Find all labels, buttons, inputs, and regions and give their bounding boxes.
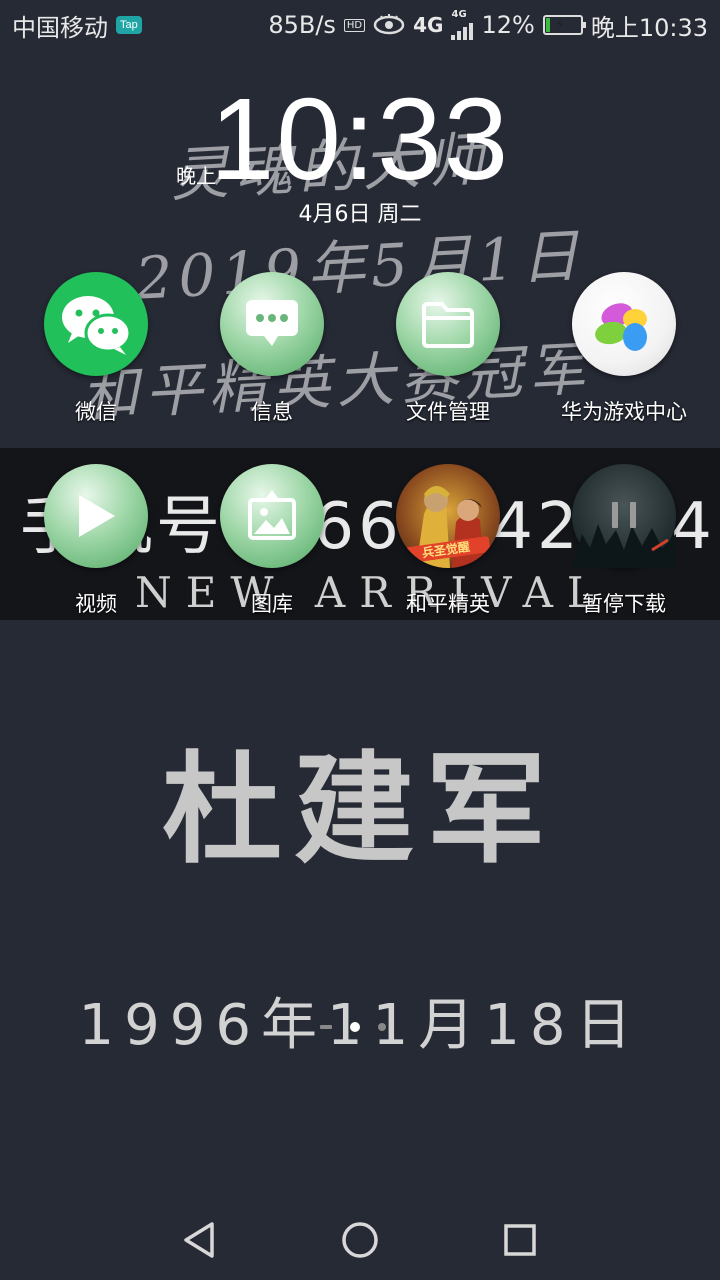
home-circle-icon[interactable] [340,1220,380,1260]
gallery-icon [220,464,324,568]
taptap-notification-icon: Tap [116,16,142,34]
status-bar-left: 中国移动 Tap [12,8,142,43]
status-time: 晚上10:33 [590,13,708,42]
game-center-icon [572,272,676,376]
app-paused-download[interactable]: 暂停下载 [536,464,712,618]
recents-square-icon[interactable] [500,1220,540,1260]
app-messages[interactable]: 信息 [184,272,360,426]
signal-group: 4G [451,9,474,40]
back-triangle-icon[interactable] [180,1220,220,1260]
navigation-bar [0,1200,720,1280]
page-indicator-next[interactable] [378,1023,386,1031]
app-label-paused-download: 暂停下载 [582,592,666,616]
page-indicator-current[interactable] [350,1022,360,1032]
app-game-center[interactable]: 华为游戏中心 [536,272,712,426]
app-wechat[interactable]: 微信 [8,272,184,426]
game-character-icon: 兵圣觉醒 [396,464,500,568]
eye-icon [373,14,405,35]
messages-icon [220,272,324,376]
status-bar-right: 85B/s HD 4G 4G 12% ⚡ 晚上10:33 [268,8,708,43]
battery-fill [545,18,550,32]
signal-bars-icon [451,20,474,40]
status-bar: 中国移动 Tap 85B/s HD 4G 4G 12% ⚡ 晚上10:33 [0,0,720,50]
play-icon [44,464,148,568]
wallpaper-birthday-text: 1996年11月18日 [78,993,642,1058]
battery-percent: 12% [481,11,535,39]
app-label-messages: 信息 [251,400,293,424]
wechat-icon [44,272,148,376]
app-label-game-center: 华为游戏中心 [561,400,687,424]
app-gallery[interactable]: 图库 [184,464,360,618]
carrier-label: 中国移动 [12,13,108,42]
page-indicator[interactable] [320,1022,386,1032]
clock-widget-time[interactable]: 10:33 [0,72,720,206]
network-4g-label: 4G [413,13,444,37]
app-row-2: 视频 图库 兵圣觉醒 和平精英 暂停下载 [0,464,720,618]
app-peace-elite[interactable]: 兵圣觉醒 和平精英 [360,464,536,618]
app-label-file-manager: 文件管理 [406,400,490,424]
app-label-wechat: 微信 [75,400,117,424]
charging-bolt-icon: ⚡ [554,17,565,33]
app-video[interactable]: 视频 [8,464,184,618]
folder-icon [396,272,500,376]
network-speed: 85B/s [268,11,336,39]
hd-icon: HD [343,18,366,32]
clock-widget-date[interactable]: 4月6日 周二 [0,196,720,228]
clock-widget-ampm: 晚上 [176,164,216,188]
pause-icon [572,464,676,568]
battery-icon: ⚡ [542,15,586,35]
app-row-1: 微信 信息 文件管理 华为游戏中心 [0,272,720,426]
page-indicator-search[interactable] [320,1025,332,1029]
app-label-gallery: 图库 [251,592,293,616]
app-file-manager[interactable]: 文件管理 [360,272,536,426]
network-4g-sub-label: 4G [451,9,467,20]
wallpaper-name-text: 杜建军 [162,739,558,880]
app-label-peace-elite: 和平精英 [406,592,490,616]
app-label-video: 视频 [75,592,117,616]
